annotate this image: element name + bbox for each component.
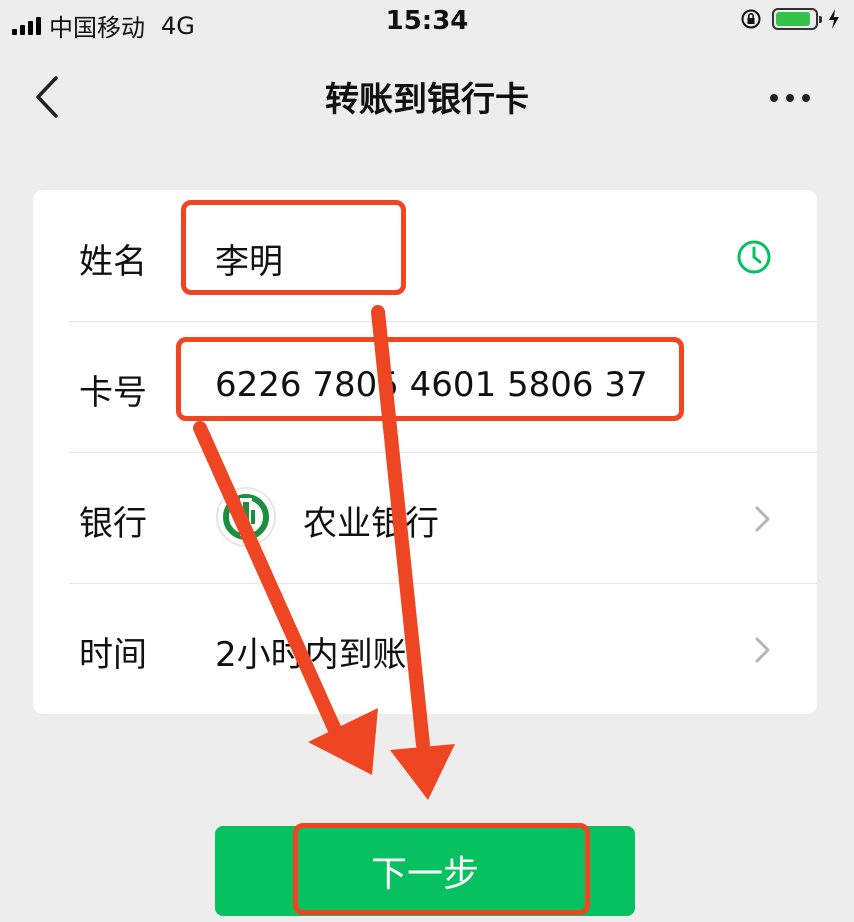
status-time: 15:34	[385, 6, 469, 36]
name-value[interactable]: 李明	[215, 234, 283, 283]
ellipsis-icon[interactable]	[770, 94, 810, 102]
clock-icon[interactable]	[735, 238, 773, 276]
time-value: 2小时内到账	[215, 635, 407, 675]
form-row-bank[interactable]: 银行 农业银行	[33, 452, 817, 583]
transfer-form-card: 姓名 李明 卡号 6226 7805 4601 5806 37 银行 农业银行 …	[33, 190, 817, 714]
bank-label: 银行	[79, 504, 147, 544]
nav-bar: 转账到银行卡	[0, 50, 854, 140]
bank-value: 农业银行	[303, 504, 439, 544]
time-label: 时间	[79, 635, 147, 675]
form-row-time[interactable]: 时间 2小时内到账	[33, 583, 817, 714]
abc-bank-logo	[216, 487, 276, 547]
status-bar: 中国移动 4G 15:34	[0, 0, 854, 44]
name-label: 姓名	[79, 242, 147, 282]
form-row-name[interactable]: 姓名 李明	[33, 190, 817, 321]
chevron-right-icon[interactable]	[753, 631, 773, 669]
next-step-button[interactable]: 下一步	[215, 826, 635, 916]
page-title: 转账到银行卡	[325, 80, 529, 120]
card-number-value[interactable]: 6226 7805 4601 5806 37	[215, 365, 648, 405]
rotation-lock-icon	[741, 9, 761, 29]
card-number-label: 卡号	[79, 373, 147, 413]
status-right	[740, 8, 840, 30]
form-row-card-number[interactable]: 卡号 6226 7805 4601 5806 37	[33, 321, 817, 452]
charging-icon	[829, 9, 839, 29]
battery-icon	[772, 8, 822, 30]
chevron-right-icon[interactable]	[753, 500, 773, 538]
